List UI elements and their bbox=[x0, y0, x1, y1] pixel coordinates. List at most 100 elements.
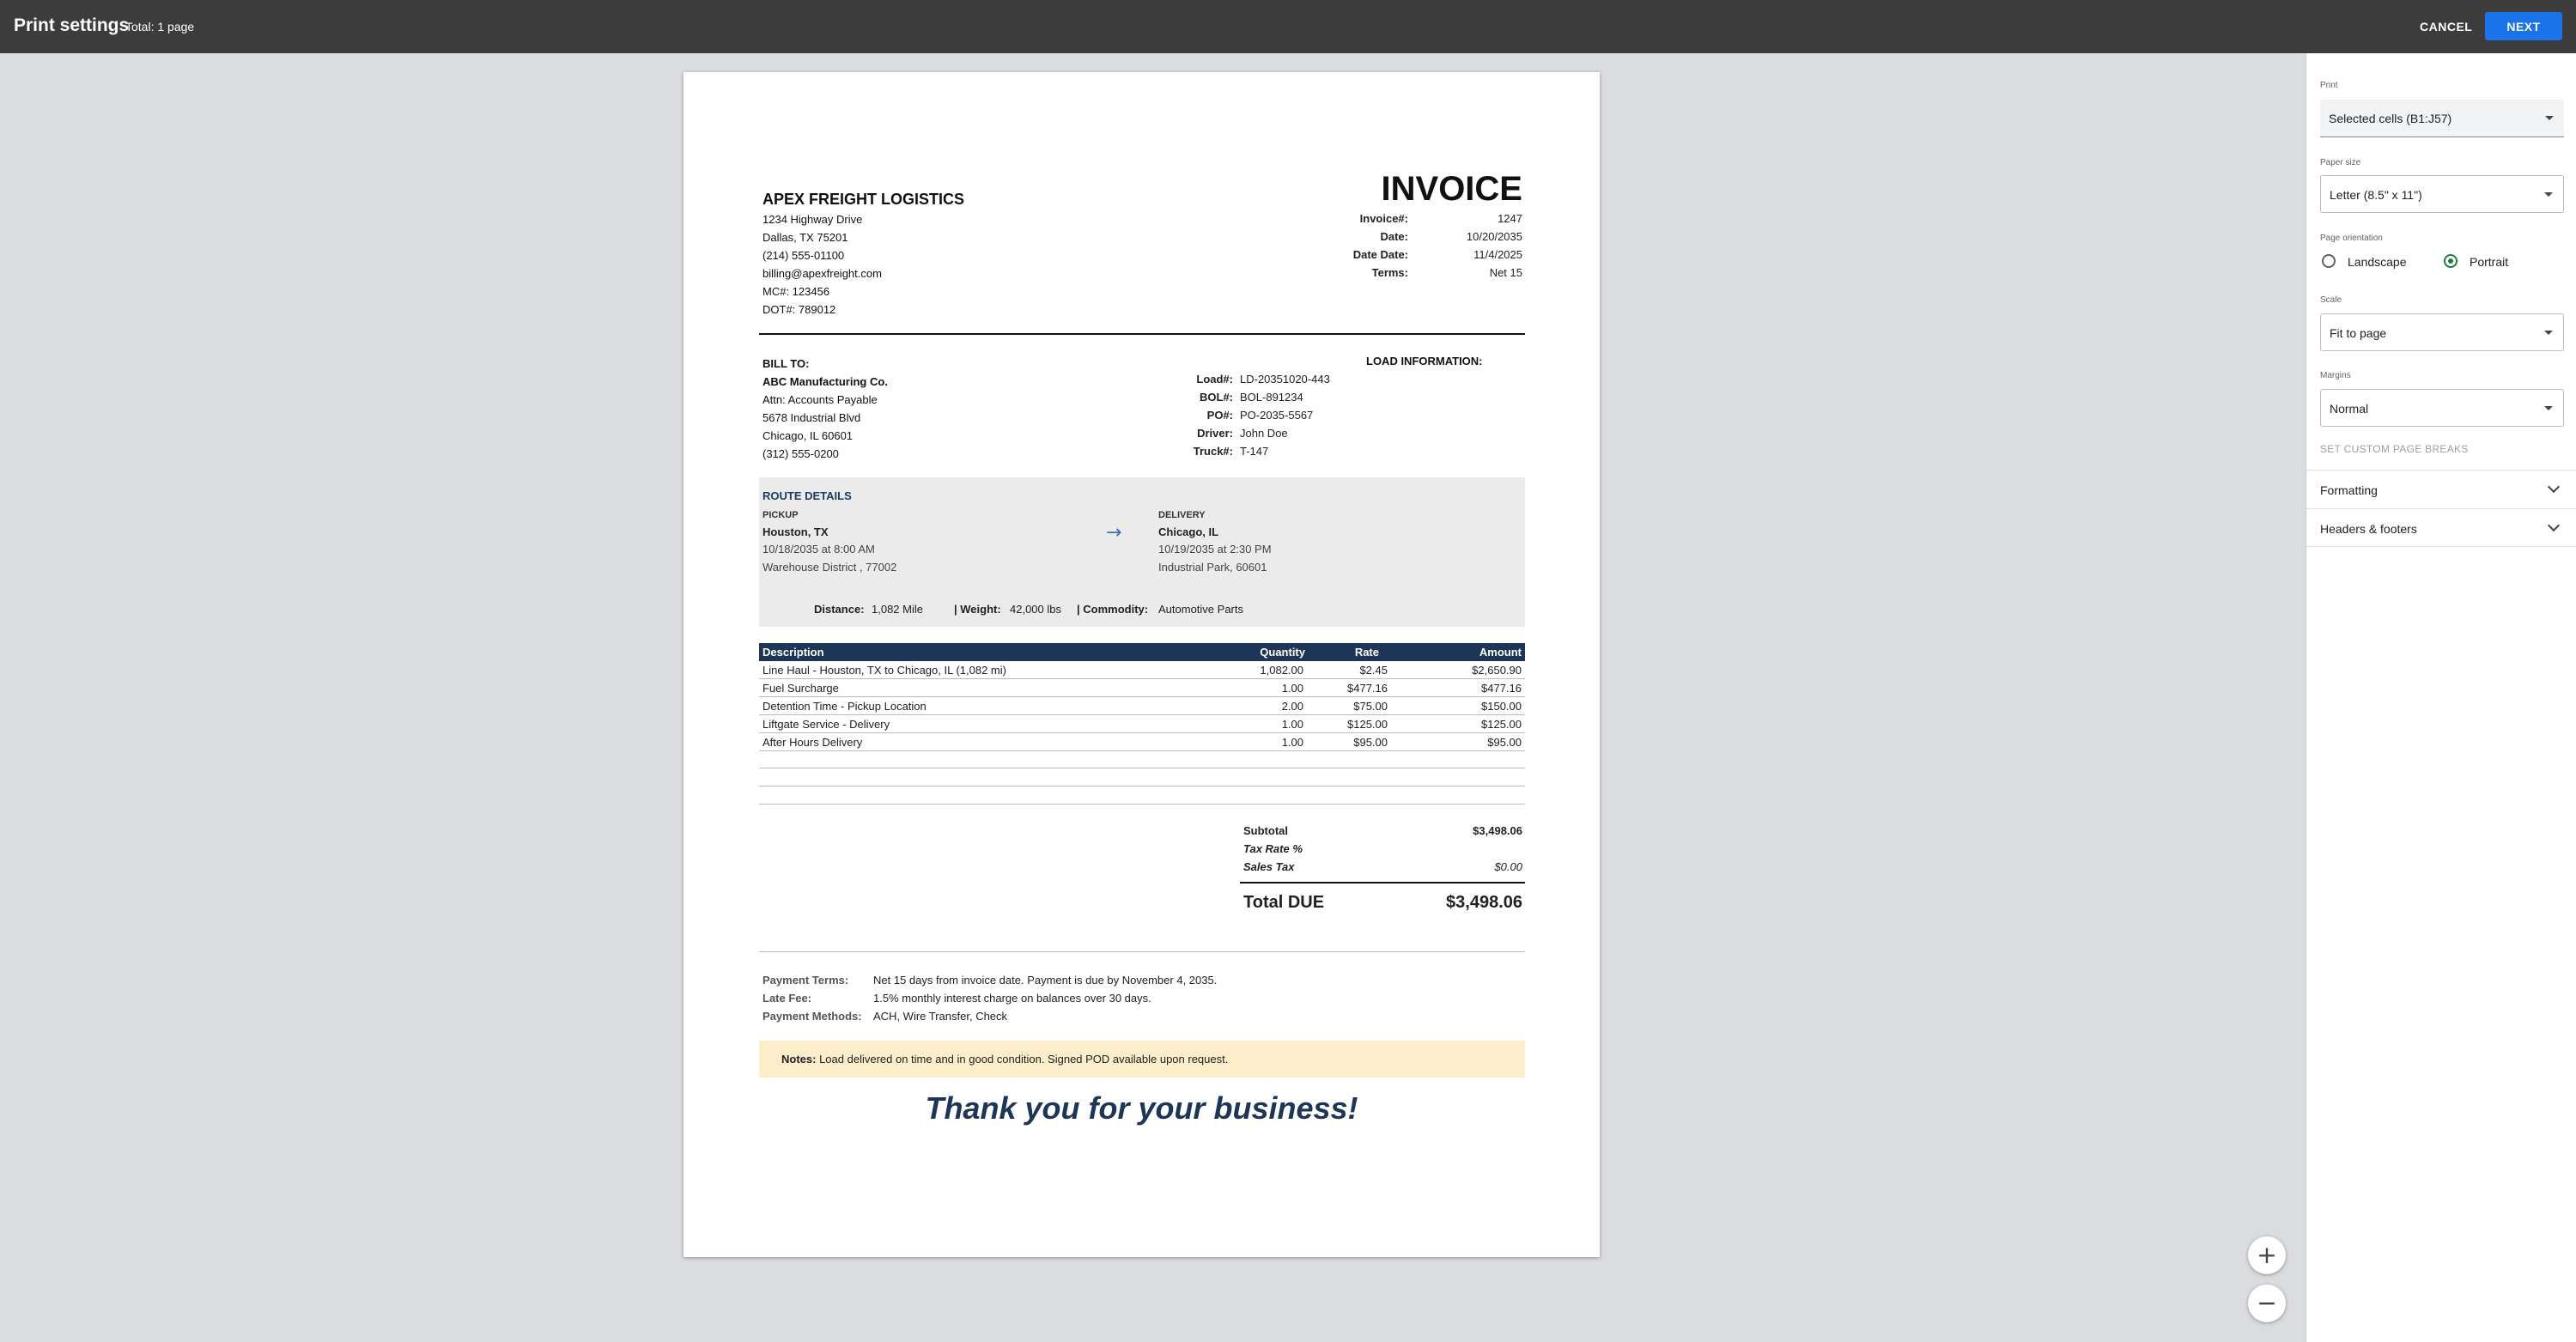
orientation-label: Page orientation bbox=[2320, 234, 2383, 243]
route-title: ROUTE DETAILS bbox=[762, 489, 852, 502]
bill-to-line: ABC Manufacturing Co. bbox=[762, 375, 888, 388]
bill-to-line: 5678 Industrial Blvd bbox=[762, 411, 861, 424]
distance-value: 1,082 Mile bbox=[872, 603, 923, 616]
print-label: Print bbox=[2320, 81, 2338, 90]
notes-label: Notes: bbox=[781, 1053, 817, 1066]
bill-to-line: (312) 555-0200 bbox=[762, 447, 839, 460]
print-preview-area: APEX FREIGHT LOGISTICS 1234 Highway Driv… bbox=[0, 53, 2306, 1342]
formatting-section[interactable]: Formatting bbox=[2306, 470, 2576, 508]
pickup-city: Houston, TX bbox=[762, 525, 829, 538]
tax-rate-label: Tax Rate % bbox=[1243, 842, 1303, 855]
cell-description: Liftgate Service - Delivery bbox=[762, 718, 890, 731]
delivery-details: 10/19/2035 at 2:30 PM Industrial Park, 6… bbox=[1158, 540, 1272, 576]
scale-label: Scale bbox=[2320, 295, 2342, 305]
col-header: Rate bbox=[1354, 646, 1379, 659]
load-label: PO#: bbox=[1206, 409, 1233, 422]
address-line: Dallas, TX 75201 bbox=[762, 231, 848, 244]
cell-rate: $477.16 bbox=[1347, 682, 1388, 695]
cell-rate: $95.00 bbox=[1353, 736, 1388, 749]
delivery-place: Industrial Park, 60601 bbox=[1158, 561, 1267, 574]
load-value: John Doe bbox=[1240, 427, 1288, 440]
col-header: Description bbox=[762, 646, 824, 659]
margins-label: Margins bbox=[2320, 371, 2351, 380]
sales-tax-value: $0.00 bbox=[1494, 860, 1522, 873]
table-row: After Hours Delivery 1.00 $95.00 $95.00 bbox=[759, 733, 1525, 751]
paper-size-select[interactable]: Letter (8.5" x 11") bbox=[2320, 175, 2564, 213]
notes-text: Notes: Load delivered on time and in goo… bbox=[781, 1053, 1228, 1066]
portrait-radio[interactable] bbox=[2444, 254, 2458, 268]
payment-divider bbox=[759, 951, 1525, 952]
zoom-in-button[interactable]: + bbox=[2248, 1236, 2286, 1274]
chevron-down-icon bbox=[2547, 480, 2561, 494]
address-line: 1234 Highway Drive bbox=[762, 213, 863, 226]
dropdown-caret-icon bbox=[2545, 116, 2554, 120]
scale-select[interactable]: Fit to page bbox=[2320, 313, 2564, 351]
meta-value: 1247 bbox=[1498, 212, 1522, 225]
landscape-radio[interactable] bbox=[2322, 254, 2336, 268]
bill-to-block: BILL TO: ABC Manufacturing Co. Attn: Acc… bbox=[762, 355, 888, 463]
load-info-title: LOAD INFORMATION: bbox=[1366, 355, 1483, 367]
load-value: T-147 bbox=[1240, 445, 1269, 458]
address-line: billing@apexfreight.com bbox=[762, 267, 882, 280]
bill-to-line: Chicago, IL 60601 bbox=[762, 429, 854, 442]
meta-label: Date Date: bbox=[1352, 248, 1408, 261]
table-row: Fuel Surcharge 1.00 $477.16 $477.16 bbox=[759, 679, 1525, 697]
pickup-details: 10/18/2035 at 8:00 AM Warehouse District… bbox=[762, 540, 896, 576]
load-label: Truck#: bbox=[1193, 445, 1233, 458]
delivery-city: Chicago, IL bbox=[1158, 525, 1219, 538]
dropdown-caret-icon bbox=[2544, 331, 2553, 335]
total-pages: Total: 1 page bbox=[125, 20, 195, 33]
pickup-place: Warehouse District , 77002 bbox=[762, 561, 897, 574]
load-value: BOL-891234 bbox=[1240, 391, 1303, 404]
total-divider bbox=[1240, 882, 1525, 884]
company-address: 1234 Highway Drive Dallas, TX 75201 (214… bbox=[762, 210, 882, 319]
next-button[interactable]: NEXT bbox=[2485, 12, 2562, 40]
distance-label: Distance: bbox=[814, 603, 865, 616]
custom-page-breaks-button[interactable]: SET CUSTOM PAGE BREAKS bbox=[2320, 443, 2469, 455]
header-divider bbox=[759, 333, 1525, 335]
load-label: Driver: bbox=[1197, 427, 1233, 440]
bill-to-line: Attn: Accounts Payable bbox=[762, 393, 878, 406]
load-label: Load#: bbox=[1196, 373, 1233, 386]
cell-rate: $75.00 bbox=[1353, 700, 1388, 713]
meta-value: 10/20/2035 bbox=[1466, 230, 1522, 243]
page-title: Print settings bbox=[14, 15, 130, 35]
delivery-label: DELIVERY bbox=[1158, 510, 1206, 520]
col-header: Amount bbox=[1479, 646, 1522, 659]
cell-description: After Hours Delivery bbox=[762, 736, 863, 749]
total-due-value: $3,498.06 bbox=[1446, 893, 1522, 912]
sales-tax-label: Sales Tax bbox=[1243, 860, 1295, 873]
cell-amount: $125.00 bbox=[1481, 718, 1522, 731]
invoice-title: INVOICE bbox=[1381, 170, 1522, 208]
col-header: Quantity bbox=[1260, 646, 1305, 659]
cell-rate: $125.00 bbox=[1347, 718, 1388, 731]
table-row: Line Haul - Houston, TX to Chicago, IL (… bbox=[759, 661, 1525, 679]
notes-content: Load delivered on time and in good condi… bbox=[819, 1053, 1229, 1066]
bill-to-title: BILL TO: bbox=[762, 357, 810, 370]
pickup-time: 10/18/2035 at 8:00 AM bbox=[762, 543, 875, 556]
portrait-label[interactable]: Portrait bbox=[2470, 255, 2508, 269]
cell-amount: $95.00 bbox=[1487, 736, 1522, 749]
late-fee-value: 1.5% monthly interest charge on balances… bbox=[873, 992, 1151, 1005]
zoom-out-button[interactable]: − bbox=[2248, 1284, 2286, 1322]
margins-select[interactable]: Normal bbox=[2320, 389, 2564, 427]
cell-amount: $150.00 bbox=[1481, 700, 1522, 713]
company-name: APEX FREIGHT LOGISTICS bbox=[762, 191, 965, 208]
print-select[interactable]: Selected cells (B1:J57) bbox=[2320, 100, 2564, 137]
meta-label: Terms: bbox=[1371, 266, 1408, 279]
thank-you-message: Thank you for your business! bbox=[925, 1090, 1358, 1126]
dropdown-caret-icon bbox=[2544, 406, 2553, 410]
meta-value: Net 15 bbox=[1489, 266, 1522, 279]
landscape-label[interactable]: Landscape bbox=[2348, 255, 2407, 269]
margins-value: Normal bbox=[2330, 402, 2369, 416]
total-due-label: Total DUE bbox=[1243, 893, 1325, 912]
cell-quantity: 2.00 bbox=[1281, 700, 1303, 713]
cancel-button[interactable]: CANCEL bbox=[2415, 15, 2477, 38]
load-value: PO-2035-5567 bbox=[1240, 409, 1314, 422]
scale-value: Fit to page bbox=[2330, 326, 2387, 340]
load-label: BOL#: bbox=[1200, 391, 1233, 404]
headers-footers-section[interactable]: Headers & footers bbox=[2306, 508, 2576, 547]
preview-page: APEX FREIGHT LOGISTICS 1234 Highway Driv… bbox=[683, 72, 1600, 1257]
print-select-value: Selected cells (B1:J57) bbox=[2329, 112, 2452, 125]
line-items-table: Description Quantity Rate Amount Line Ha… bbox=[759, 643, 1525, 751]
